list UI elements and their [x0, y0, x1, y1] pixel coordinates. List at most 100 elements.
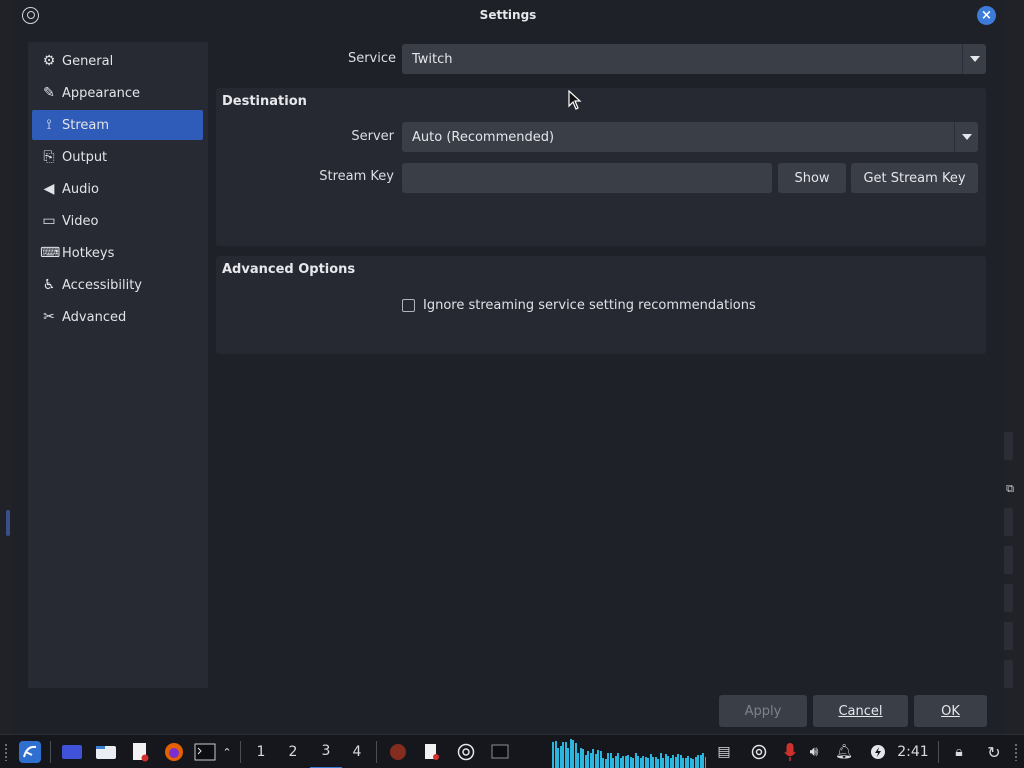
- ignore-recommendations-row[interactable]: Ignore streaming service setting recomme…: [402, 298, 756, 313]
- keyboard-icon: ⌨: [40, 245, 61, 261]
- workspace-4[interactable]: 4: [344, 735, 370, 768]
- cancel-button[interactable]: Cancel: [813, 695, 908, 727]
- terminal-icon: [491, 744, 509, 759]
- mouse-cursor-icon: [568, 90, 582, 110]
- text-editor-button[interactable]: [126, 735, 154, 768]
- server-label: Server: [351, 129, 394, 144]
- sidebar-item-label: Advanced: [62, 309, 127, 325]
- restart-button[interactable]: ↻: [982, 735, 1006, 768]
- close-button[interactable]: ×: [977, 6, 996, 25]
- microphone-icon: [784, 743, 796, 761]
- appearance-icon: ✎: [43, 85, 55, 101]
- obs-tray-button[interactable]: [746, 735, 772, 768]
- taskbar-separator: [240, 741, 241, 763]
- sidebar-item-label: Audio: [62, 181, 99, 197]
- obs-icon: [457, 743, 475, 761]
- power-profile-tray-button[interactable]: [866, 735, 890, 768]
- firefox-icon: [165, 743, 183, 761]
- clipboard-tray-button[interactable]: ▤: [712, 735, 736, 768]
- stream-key-input[interactable]: [402, 163, 772, 193]
- restart-icon: ↻: [987, 742, 1001, 762]
- microphone-tray-button[interactable]: [778, 735, 802, 768]
- ignore-recommendations-checkbox[interactable]: [402, 299, 415, 312]
- sidebar-item-label: General: [62, 53, 114, 69]
- close-icon: ×: [981, 8, 992, 23]
- sidebar-item-label: Appearance: [62, 85, 141, 101]
- lock-screen-button[interactable]: 🔒︎: [948, 735, 970, 768]
- get-stream-key-button[interactable]: Get Stream Key: [851, 163, 978, 193]
- file-manager-button[interactable]: [92, 735, 120, 768]
- sidebar-item-hotkeys[interactable]: ⌨ Hotkeys: [32, 238, 203, 268]
- workspace-2[interactable]: 2: [280, 735, 306, 768]
- kde-logo-icon: [19, 741, 41, 763]
- chevron-down-icon: [954, 122, 978, 152]
- app-launcher-button[interactable]: [14, 735, 46, 768]
- speaker-icon: ◀: [43, 181, 55, 197]
- notifications-tray-button[interactable]: 🔔︎: [832, 735, 856, 768]
- terminal-icon: [194, 743, 216, 761]
- expand-launchers-button[interactable]: ⌃: [219, 735, 235, 768]
- stream-settings-panel: Service Twitch Destination Server Auto (…: [216, 42, 992, 692]
- advanced-options-title: Advanced Options: [222, 262, 356, 277]
- monitor-icon: ▭: [42, 213, 56, 229]
- show-desktop-button[interactable]: [58, 735, 86, 768]
- sidebar-item-label: Output: [62, 149, 108, 165]
- sidebar-item-appearance[interactable]: ✎ Appearance: [32, 78, 203, 108]
- task-obs[interactable]: [452, 735, 480, 768]
- ok-button[interactable]: OK: [914, 695, 987, 727]
- accessibility-icon: ♿: [42, 277, 56, 293]
- lock-icon: 🔒︎: [955, 744, 963, 760]
- terminal-button[interactable]: [192, 735, 218, 768]
- sidebar-item-output[interactable]: ⎘ Output: [32, 142, 203, 172]
- chevron-down-icon: [962, 44, 986, 74]
- task-firefox[interactable]: [384, 735, 412, 768]
- stream-key-label: Stream Key: [319, 169, 394, 184]
- antenna-icon: ⟟: [46, 117, 52, 133]
- tools-icon: ✂: [43, 309, 55, 325]
- firefox-icon: [390, 744, 406, 760]
- gear-icon: ⚙: [42, 53, 56, 69]
- volume-tray-button[interactable]: 🔊︎: [802, 735, 826, 768]
- show-key-button[interactable]: Show: [778, 163, 846, 193]
- destination-group: Destination Server Auto (Recommended) St…: [216, 88, 986, 246]
- document-icon: [133, 743, 149, 762]
- bell-icon: 🔔︎: [835, 744, 853, 760]
- sidebar-item-video[interactable]: ▭ Video: [32, 206, 203, 236]
- audio-visualizer-bar: [704, 757, 706, 768]
- titlebar: Settings ×: [12, 0, 1004, 32]
- cancel-label: Cancel: [838, 703, 883, 719]
- window-title: Settings: [479, 8, 537, 22]
- panel-grip-icon: [4, 743, 8, 761]
- chevron-up-icon: ⌃: [222, 745, 232, 759]
- sidebar-item-general[interactable]: ⚙ General: [32, 46, 203, 76]
- taskbar-separator: [376, 741, 377, 763]
- obs-icon: [751, 744, 767, 760]
- clock[interactable]: 2:41: [894, 735, 932, 768]
- task-text-editor[interactable]: [418, 735, 446, 768]
- advanced-options-group: Advanced Options Ignore streaming servic…: [216, 256, 986, 354]
- service-select[interactable]: Twitch: [402, 44, 986, 74]
- scene-collection-icon: ⧉: [1006, 482, 1014, 495]
- output-icon: ⎘: [43, 149, 55, 165]
- apply-button[interactable]: Apply: [719, 695, 807, 727]
- sidebar-item-stream[interactable]: ⟟ Stream: [32, 110, 203, 140]
- taskbar-separator: [938, 741, 939, 763]
- workspace-3[interactable]: 3: [310, 735, 342, 768]
- background-tile: [1003, 660, 1013, 688]
- desktop-icon: [62, 745, 82, 759]
- folder-icon: [96, 746, 116, 759]
- ignore-recommendations-label: Ignore streaming service setting recomme…: [423, 298, 756, 313]
- server-select[interactable]: Auto (Recommended): [402, 122, 978, 152]
- workspace-1[interactable]: 1: [248, 735, 274, 768]
- sidebar-item-accessibility[interactable]: ♿ Accessibility: [32, 270, 203, 300]
- settings-sidebar: ⚙ General ✎ Appearance ⟟ Stream ⎘ Output…: [28, 42, 208, 688]
- sidebar-item-audio[interactable]: ◀ Audio: [32, 174, 203, 204]
- sidebar-item-advanced[interactable]: ✂ Advanced: [32, 302, 203, 332]
- document-icon: [425, 744, 439, 760]
- sidebar-item-label: Stream: [62, 117, 110, 133]
- firefox-button[interactable]: [160, 735, 188, 768]
- task-terminal[interactable]: [486, 735, 514, 768]
- settings-dialog: Settings × ⚙ General ✎ Appearance ⟟ Stre…: [12, 0, 1004, 734]
- service-value: Twitch: [412, 51, 453, 67]
- background-tile: [1003, 622, 1013, 650]
